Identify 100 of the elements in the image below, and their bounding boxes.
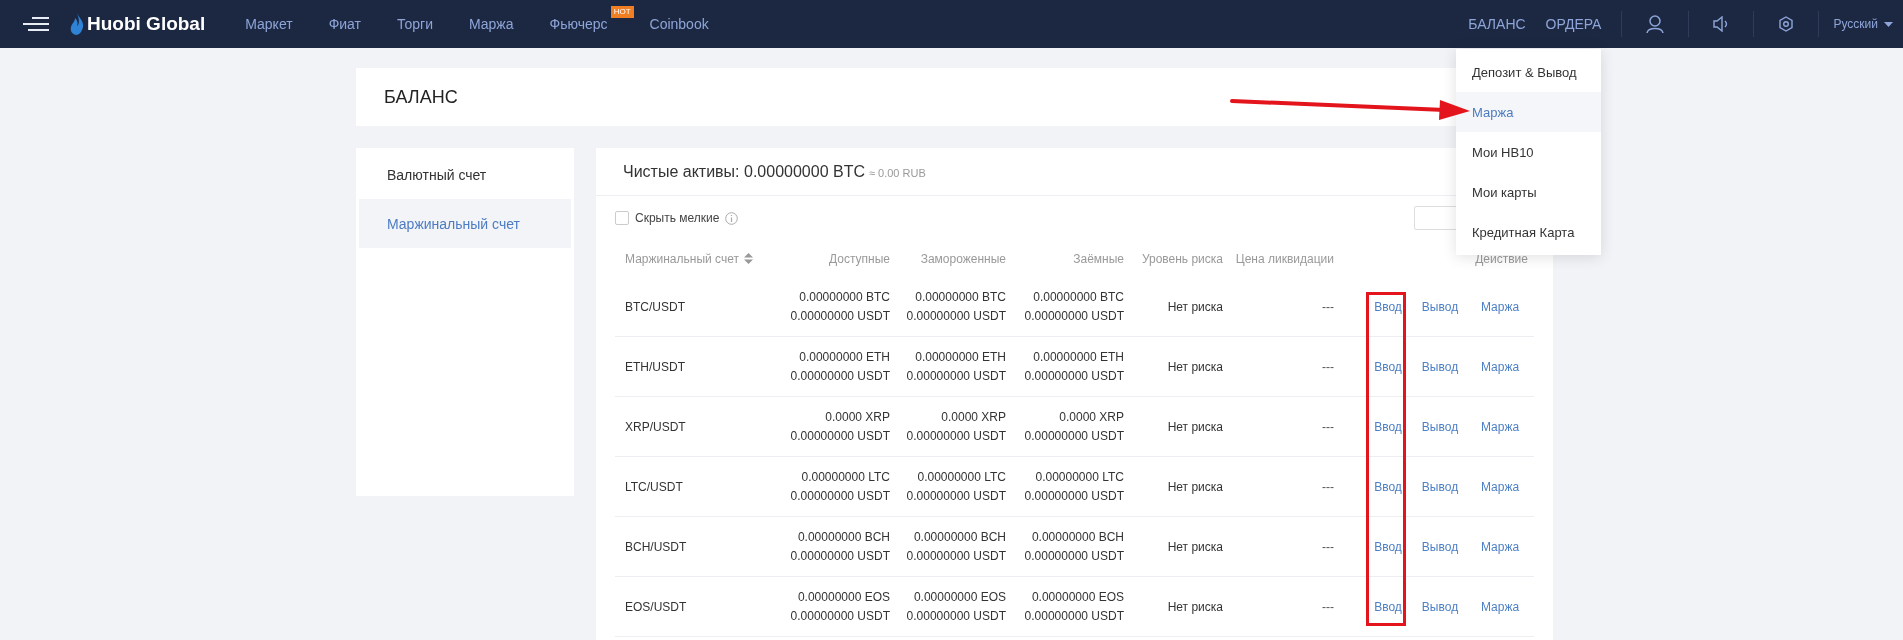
info-icon: [725, 211, 739, 225]
balance-value: 0.00000000 USDT: [1024, 489, 1124, 503]
balance-value: 0.00000000 USDT: [790, 609, 890, 623]
nav-link[interactable]: Фьючерс: [549, 16, 608, 32]
column-header: Заёмные: [1073, 251, 1124, 266]
risk-level: Нет риска: [1167, 479, 1223, 494]
balance-value: 0.00000000 BTC: [915, 290, 1006, 304]
balance-value: 0.00000000 USDT: [790, 549, 890, 563]
risk-level: Нет риска: [1167, 599, 1223, 614]
balance-value: 0.00000000 ETH: [1033, 350, 1124, 364]
action-link[interactable]: Ввод: [1374, 359, 1402, 374]
liquidation-price: ---: [1322, 359, 1334, 374]
action-link[interactable]: Ввод: [1374, 479, 1402, 494]
nav-link[interactable]: Фиат: [328, 16, 361, 32]
balance-value: 0.00000000 USDT: [790, 369, 890, 383]
sidebar-item[interactable]: Валютный счет: [359, 150, 571, 199]
column-header: Цена ликвидации: [1235, 251, 1334, 266]
balance-value: 0.00000000 USDT: [1024, 309, 1124, 323]
language-select[interactable]: Русский: [1833, 17, 1878, 31]
balance-value: 0.00000000 LTC: [917, 470, 1006, 484]
liquidation-price: ---: [1322, 299, 1334, 314]
action-link[interactable]: Вывод: [1421, 599, 1459, 614]
balance-value: 0.00000000 USDT: [906, 489, 1006, 503]
dropdown-item[interactable]: Маржа: [1456, 92, 1601, 132]
action-link[interactable]: Маржа: [1480, 419, 1520, 434]
balance-value: 0.0000 XRP: [941, 410, 1006, 424]
menu-icon[interactable]: [22, 17, 50, 31]
balance-value: 0.00000000 ETH: [915, 350, 1006, 364]
liquidation-price: ---: [1322, 419, 1334, 434]
balance-value: 0.00000000 USDT: [790, 489, 890, 503]
risk-level: Нет риска: [1167, 299, 1223, 314]
speaker-icon[interactable]: [1713, 16, 1730, 32]
net-assets-approx: ≈ 0.00 RUB: [869, 167, 926, 179]
balance-value: 0.00000000 USDT: [1024, 549, 1124, 563]
balance-value: 0.00000000 USDT: [906, 609, 1006, 623]
liquidation-price: ---: [1322, 479, 1334, 494]
balance-value: 0.00000000 EOS: [1031, 590, 1124, 604]
dropdown-item[interactable]: Мои карты: [1456, 172, 1601, 212]
balance-value: 0.00000000 EOS: [913, 590, 1006, 604]
balance-value: 0.00000000 USDT: [1024, 369, 1124, 383]
action-link[interactable]: Маржа: [1480, 359, 1520, 374]
balance-value: 0.00000000 USDT: [906, 309, 1006, 323]
pair-cell: XRP/USDT: [625, 419, 686, 434]
action-link[interactable]: Маржа: [1480, 599, 1520, 614]
balance-value: 0.00000000 USDT: [790, 309, 890, 323]
nav-link[interactable]: БАЛАНС: [1468, 16, 1526, 32]
action-link[interactable]: Ввод: [1374, 419, 1402, 434]
balance-value: 0.00000000 USDT: [906, 429, 1006, 443]
caret-icon[interactable]: [1884, 21, 1893, 27]
sort-icon[interactable]: [743, 253, 753, 264]
action-link[interactable]: Ввод: [1374, 599, 1402, 614]
checkbox[interactable]: [615, 211, 629, 225]
action-link[interactable]: Вывод: [1421, 359, 1459, 374]
risk-level: Нет риска: [1167, 359, 1223, 374]
pair-cell: LTC/USDT: [625, 479, 683, 494]
action-link[interactable]: Вывод: [1421, 419, 1459, 434]
balance-value: 0.00000000 USDT: [1024, 609, 1124, 623]
dropdown-item[interactable]: Депозит & Вывод: [1456, 52, 1601, 92]
balance-value: 0.00000000 ETH: [799, 350, 890, 364]
action-link[interactable]: Маржа: [1480, 479, 1520, 494]
balance-value: 0.00000000 BTC: [799, 290, 890, 304]
risk-level: Нет риска: [1167, 419, 1223, 434]
nav-link[interactable]: ОРДЕРА: [1545, 16, 1602, 32]
action-link[interactable]: Вывод: [1421, 479, 1459, 494]
balance-value: 0.0000 XRP: [825, 410, 890, 424]
sidebar-item[interactable]: Маржинальный счет: [359, 199, 571, 248]
pair-cell: BTC/USDT: [625, 299, 685, 314]
action-link[interactable]: Маржа: [1480, 299, 1520, 314]
action-link[interactable]: Ввод: [1374, 539, 1402, 554]
action-link[interactable]: Маржа: [1480, 539, 1520, 554]
liquidation-price: ---: [1322, 599, 1334, 614]
checkbox-label[interactable]: Скрыть мелкие: [635, 211, 720, 225]
column-header: Уровень риска: [1141, 251, 1223, 266]
risk-level: Нет риска: [1167, 539, 1223, 554]
dropdown-item[interactable]: Мои HB10: [1456, 132, 1601, 172]
pair-cell: ETH/USDT: [625, 359, 685, 374]
action-link[interactable]: Ввод: [1374, 299, 1402, 314]
balance-value: 0.00000000 EOS: [797, 590, 890, 604]
nav-link[interactable]: Coinbook: [649, 16, 709, 32]
pair-cell: BCH/USDT: [625, 539, 687, 554]
flame-icon: [70, 13, 84, 35]
settings-icon[interactable]: [1778, 16, 1795, 32]
balance-value: 0.00000000 BCH: [1031, 530, 1124, 544]
balance-value: 0.00000000 BTC: [1033, 290, 1124, 304]
logo-text[interactable]: Huobi Global: [87, 13, 206, 35]
nav-link[interactable]: Маржа: [468, 16, 514, 32]
column-header: Маржинальный счет: [625, 251, 739, 266]
balance-value: 0.00000000 USDT: [906, 369, 1006, 383]
action-link[interactable]: Вывод: [1421, 539, 1459, 554]
pair-cell: EOS/USDT: [625, 599, 687, 614]
column-header: Замороженные: [920, 251, 1006, 266]
nav-link[interactable]: Торги: [397, 16, 433, 32]
action-link[interactable]: Вывод: [1421, 299, 1459, 314]
balance-value: 0.00000000 USDT: [790, 429, 890, 443]
balance-value: 0.00000000 USDT: [1024, 429, 1124, 443]
balance-value: 0.0000 XRP: [1059, 410, 1124, 424]
balance-value: 0.00000000 LTC: [801, 470, 890, 484]
nav-link[interactable]: Маркет: [245, 16, 293, 32]
dropdown-item[interactable]: Кредитная Карта: [1456, 212, 1601, 252]
user-icon[interactable]: [1646, 15, 1665, 33]
